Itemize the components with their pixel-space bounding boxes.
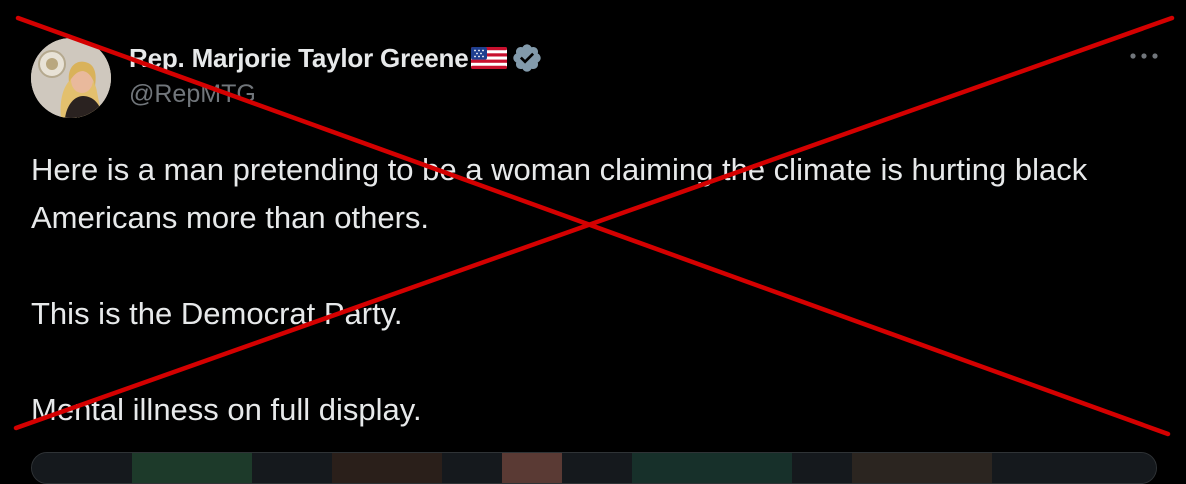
us-flag-icon xyxy=(470,45,508,71)
author-handle[interactable]: @RepMTG xyxy=(129,80,256,109)
tweet-paragraph: This is the Democrat Party. xyxy=(31,296,403,331)
author-avatar[interactable] xyxy=(31,38,111,118)
verified-badge-icon[interactable] xyxy=(511,42,543,74)
media-thumbnail-icon xyxy=(32,453,1156,483)
tweet-card[interactable]: Rep. Marjorie Taylor Greene @RepMTG Here… xyxy=(0,0,1186,484)
author-name-row: Rep. Marjorie Taylor Greene xyxy=(129,40,543,76)
tweet-text: Here is a man pretending to be a woman c… xyxy=(31,146,1161,434)
tweet-paragraph: Here is a man pretending to be a woman c… xyxy=(31,152,1088,235)
avatar-photo-icon xyxy=(31,38,111,118)
more-options-button[interactable] xyxy=(1124,44,1164,68)
more-horizontal-icon xyxy=(1130,53,1158,59)
tweet-media-preview[interactable] xyxy=(31,452,1157,484)
author-display-name[interactable]: Rep. Marjorie Taylor Greene xyxy=(129,43,469,74)
tweet-paragraph: Mental illness on full display. xyxy=(31,392,422,427)
